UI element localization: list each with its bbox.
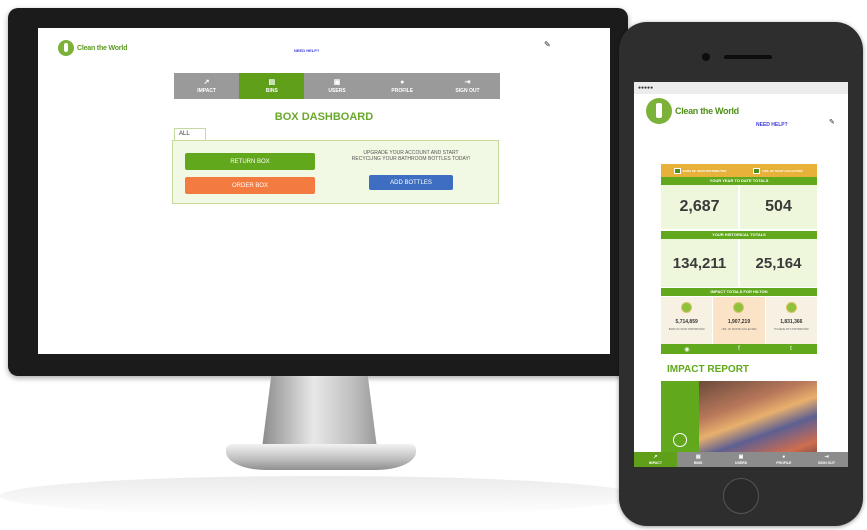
bin-icon [753,167,761,174]
soap-icon [673,167,681,174]
camera-icon [702,53,710,61]
desk-shadow [0,476,640,516]
nav-label: IMPACT [197,87,216,94]
user-icon: ▣ [333,78,341,86]
clean-the-world-logo-icon [58,40,74,56]
desktop-header: Clean the World NEED HELP? ✎ [38,28,610,68]
monitor-stand-base [226,444,416,470]
logo-text: Clean the World [675,106,739,116]
desktop-monitor: Clean the World NEED HELP? ✎ ↗ IMPACT ▤ … [8,8,628,376]
upgrade-message: UPGRADE YOUR ACCOUNT AND START RECYCLING… [351,150,471,162]
mobile-nav: ↗ IMPACT ▤ BINS ▣ USERS ● PROFILE ⇥ SIGN… [634,452,848,467]
need-help-link[interactable]: NEED HELP? [756,122,788,128]
return-box-button[interactable]: RETURN BOX [185,153,315,170]
soap-distributed-label: BARS OF SOAP DISTRIBUTED [661,164,739,177]
page-title: BOX DASHBOARD [274,111,374,123]
totals-card: BARS OF SOAP DISTRIBUTED LBS. OF SOAP CO… [661,164,817,354]
profile-icon: ● [782,453,786,460]
profile-icon: ● [400,78,405,86]
top-labels-row: BARS OF SOAP DISTRIBUTED LBS. OF SOAP CO… [661,164,817,177]
desktop-nav: ↗ IMPACT ▤ BINS ▣ USERS ● PROFILE ⇥ SIGN… [174,73,500,99]
nav-item-sign-out[interactable]: ⇥ SIGN OUT [805,452,848,467]
monitor-stand-neck [262,376,377,448]
mobile-logo[interactable]: Clean the World [646,98,739,124]
nav-label: BINS [265,87,278,94]
desktop-logo[interactable]: Clean the World [58,40,127,56]
website-icon[interactable]: ◉ [661,344,713,354]
mobile-phone: ●●●●● Clean the World NEED HELP? ✎ BARS … [619,22,863,526]
clean-the-world-logo-icon [646,98,672,124]
clean-the-world-logo-icon [673,433,687,447]
historical-banner: YOUR HISTORICAL TOTALS [661,231,817,239]
social-bar: ◉ f t [661,344,817,354]
impact-totals: 5,714,859 BARS OF SOAP DISTRIBUTED 1,907… [661,297,817,344]
tab-all[interactable]: ALL [174,128,206,140]
pencil-icon[interactable]: ✎ [544,40,551,49]
nav-item-profile[interactable]: ● PROFILE [762,452,805,467]
mobile-screen: ●●●●● Clean the World NEED HELP? ✎ BARS … [634,82,848,467]
impact-soap: 5,714,859 BARS OF SOAP DISTRIBUTED [661,297,714,344]
impact-report-title: IMPACT REPORT [667,364,750,375]
pencil-icon[interactable]: ✎ [829,118,835,126]
sign-out-icon: ⇥ [464,78,471,86]
nav-item-bins[interactable]: ▤ BINS [677,452,720,467]
ytd-stats: 2,687 504 [661,185,817,229]
ytd-banner: YOUR YEAR TO DATE TOTALS [661,177,817,185]
nav-label: PROFILE [391,87,414,94]
recycle-icon [733,302,745,313]
soap-collected-label: LBS. OF SOAP COLLECTED [739,164,817,177]
bin-icon: ▤ [695,453,701,460]
desktop-screen: Clean the World NEED HELP? ✎ ↗ IMPACT ▤ … [38,28,610,354]
ytd-soap-value: 2,687 [661,185,740,229]
twitter-icon[interactable]: t [765,344,817,354]
hist-soap-value: 134,211 [661,239,740,287]
nav-item-users[interactable]: ▣ USERS [304,73,369,99]
speaker-grille [724,55,772,59]
bin-icon: ▤ [268,78,276,86]
sign-out-icon: ⇥ [824,453,829,460]
need-help-link[interactable]: NEED HELP? [294,48,319,53]
hist-collected-value: 25,164 [755,254,802,272]
nav-label: USERS [328,87,346,94]
impact-banner: IMPACT TOTALS FOR HILTON [661,288,817,296]
impact-waste: 1,907,219 LBS. OF WASTE COLLECTED [713,297,766,344]
ytd-collected-value: 504 [765,198,792,215]
soap-icon [681,302,693,313]
nav-item-bins[interactable]: ▤ BINS [239,73,305,99]
nav-label: SIGN OUT [455,87,480,94]
nav-item-profile[interactable]: ● PROFILE [370,73,435,99]
order-box-button[interactable]: ORDER BOX [185,177,315,194]
nav-item-users[interactable]: ▣ USERS [720,452,763,467]
hygiene-kit-icon [785,302,797,313]
status-bar: ●●●●● [634,82,848,94]
add-bottles-button[interactable]: ADD BOTTLES [369,175,453,190]
home-button[interactable] [723,478,759,514]
logo-text: Clean the World [77,44,128,52]
nav-item-impact[interactable]: ↗ IMPACT [634,452,677,467]
trend-icon: ↗ [203,78,210,86]
box-panel: RETURN BOX ORDER BOX UPGRADE YOUR ACCOUN… [172,140,499,204]
nav-item-impact[interactable]: ↗ IMPACT [174,73,239,99]
nav-item-sign-out[interactable]: ⇥ SIGN OUT [435,73,500,99]
facebook-icon[interactable]: f [713,344,765,354]
trend-icon: ↗ [653,453,658,460]
historical-stats: 134,211 25,164 [661,239,817,287]
user-icon: ▣ [738,453,744,460]
impact-kits: 1,831,366 HYGIENE KITS DISTRIBUTED [766,297,817,344]
